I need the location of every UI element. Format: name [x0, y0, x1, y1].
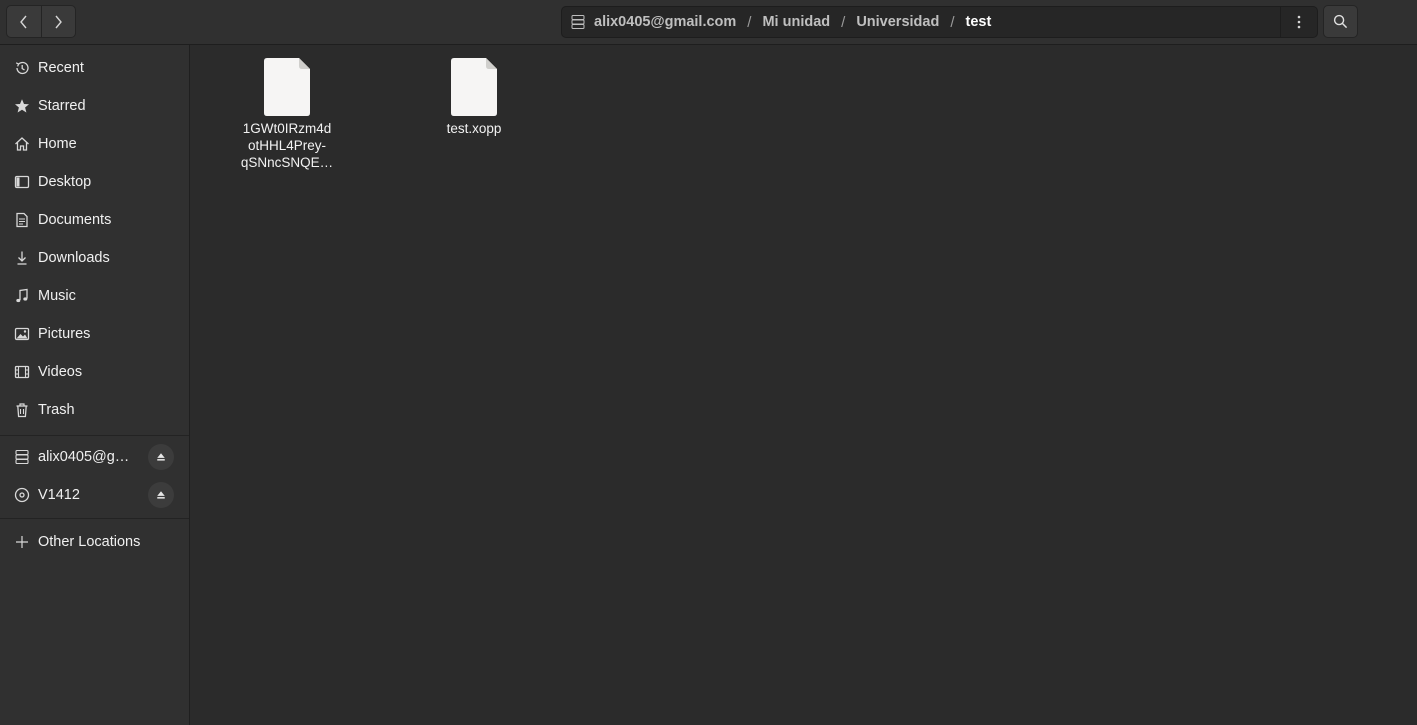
- file-name: test.xopp: [414, 120, 534, 137]
- file-name-line: otHHL4Prey-: [247, 138, 327, 153]
- search-button[interactable]: [1323, 5, 1358, 38]
- sidebar-item-other-locations[interactable]: Other Locations: [0, 523, 189, 561]
- sidebar-item-home[interactable]: Home: [0, 125, 189, 163]
- breadcrumb-separator: /: [950, 13, 955, 31]
- sidebar-item-recent[interactable]: Recent: [0, 49, 189, 87]
- sidebar-item-label: Desktop: [38, 174, 92, 190]
- sidebar-item-starred[interactable]: Starred: [0, 87, 189, 125]
- path-menu-button[interactable]: [1280, 7, 1317, 37]
- sidebar-item-label: Trash: [38, 402, 75, 418]
- plus-icon: [13, 533, 31, 551]
- file-name: 1GWt0IRzm4d otHHL4Prey- qSNncSNQE…: [227, 120, 347, 171]
- file-icon: [451, 58, 497, 116]
- file-manager-window: alix0405@gmail.com / Mi unidad / Univers…: [0, 0, 1417, 725]
- sidebar-item-label: Downloads: [38, 250, 110, 266]
- download-icon: [13, 249, 31, 267]
- file-item[interactable]: 1GWt0IRzm4d otHHL4Prey- qSNncSNQE…: [227, 58, 347, 171]
- breadcrumb-separator: /: [747, 13, 752, 31]
- sidebar-item-label: Recent: [38, 60, 84, 76]
- clock-icon: [13, 59, 31, 77]
- trash-icon: [13, 401, 31, 419]
- file-view: 1GWt0IRzm4d otHHL4Prey- qSNncSNQE… test.…: [190, 45, 1417, 725]
- sidebar-item-documents[interactable]: Documents: [0, 201, 189, 239]
- music-icon: [13, 287, 31, 305]
- eject-icon: [157, 491, 165, 499]
- home-icon: [13, 135, 31, 153]
- breadcrumb-universidad[interactable]: Universidad: [854, 14, 941, 30]
- sidebar-item-label: Home: [38, 136, 77, 152]
- navigation-buttons: [6, 5, 76, 38]
- sidebar-item-videos[interactable]: Videos: [0, 353, 189, 391]
- file-name-line: qSNncSNQE…: [240, 155, 334, 170]
- sidebar-item-music[interactable]: Music: [0, 277, 189, 315]
- eject-icon: [157, 453, 165, 461]
- optical-disc-icon: [13, 486, 31, 504]
- sidebar-separator: [0, 435, 189, 436]
- back-button[interactable]: [7, 6, 41, 37]
- chevron-left-icon: [19, 15, 27, 28]
- video-icon: [13, 363, 31, 381]
- file-item[interactable]: test.xopp: [414, 58, 534, 137]
- file-icon: [264, 58, 310, 116]
- sidebar-item-network-drive[interactable]: alix0405@g…: [0, 438, 189, 476]
- sidebar-item-label: Pictures: [38, 326, 91, 342]
- sidebar-separator: [0, 518, 189, 519]
- sidebar-item-downloads[interactable]: Downloads: [0, 239, 189, 277]
- header-bar: alix0405@gmail.com / Mi unidad / Univers…: [0, 0, 1417, 45]
- desktop-icon: [13, 173, 31, 191]
- sidebar-item-pictures[interactable]: Pictures: [0, 315, 189, 353]
- sidebar-item-desktop[interactable]: Desktop: [0, 163, 189, 201]
- eject-button[interactable]: [148, 482, 174, 508]
- sidebar-item-label: Other Locations: [38, 534, 141, 550]
- forward-button[interactable]: [40, 6, 76, 37]
- vertical-dots-icon: [1297, 15, 1301, 29]
- breadcrumb-account[interactable]: alix0405@gmail.com: [592, 14, 738, 30]
- sidebar-item-label: V1412: [38, 487, 80, 503]
- sidebar-item-label: Documents: [38, 212, 112, 228]
- file-name-line: 1GWt0IRzm4d: [242, 121, 332, 136]
- file-name-line: test.xopp: [446, 121, 502, 136]
- star-icon: [13, 97, 31, 115]
- breadcrumb-mi-unidad[interactable]: Mi unidad: [760, 14, 832, 30]
- network-drive-icon: [570, 14, 586, 30]
- sidebar-item-trash[interactable]: Trash: [0, 391, 189, 429]
- picture-icon: [13, 325, 31, 343]
- search-icon: [1333, 14, 1348, 29]
- path-bar: alix0405@gmail.com / Mi unidad / Univers…: [561, 6, 1318, 38]
- sidebar: Recent Starred Home Desktop Documents Do…: [0, 45, 190, 725]
- breadcrumb-separator: /: [841, 13, 846, 31]
- breadcrumb-current-folder[interactable]: test: [963, 14, 993, 30]
- sidebar-item-label: alix0405@g…: [38, 449, 130, 465]
- sidebar-item-label: Starred: [38, 98, 86, 114]
- sidebar-item-label: Music: [38, 288, 76, 304]
- network-drive-icon: [13, 448, 31, 466]
- sidebar-item-v1412[interactable]: V1412: [0, 476, 189, 514]
- eject-button[interactable]: [148, 444, 174, 470]
- document-icon: [13, 211, 31, 229]
- chevron-right-icon: [55, 15, 63, 28]
- sidebar-item-label: Videos: [38, 364, 83, 380]
